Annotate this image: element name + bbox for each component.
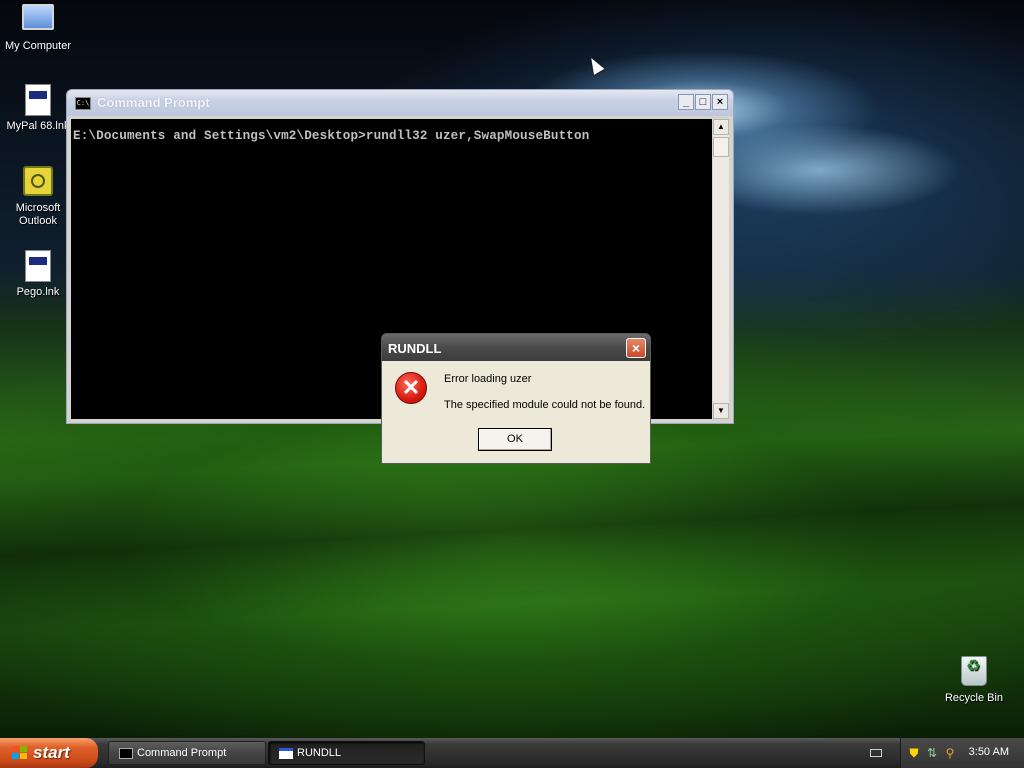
- mouse-cursor-icon: [586, 55, 605, 75]
- taskbar-item-command-prompt[interactable]: Command Prompt: [108, 741, 266, 765]
- dialog-close-button[interactable]: ×: [626, 338, 646, 358]
- security-shield-icon[interactable]: ⛊: [907, 746, 921, 760]
- search-icon[interactable]: ⚲: [943, 746, 957, 760]
- scroll-thumb[interactable]: [713, 137, 729, 157]
- minimize-button[interactable]: _: [678, 94, 694, 110]
- shortcut-file-icon: [25, 250, 51, 282]
- keyboard-icon[interactable]: [870, 749, 882, 757]
- desktop-icon-label: My Computer: [4, 40, 72, 52]
- maximize-button[interactable]: □: [695, 94, 711, 110]
- ok-button[interactable]: OK: [478, 428, 552, 451]
- taskbar: start Command Prompt RUNDLL ⛊ ⇅ ⚲ 3:50 A…: [0, 738, 1024, 768]
- network-icon[interactable]: ⇅: [925, 746, 939, 760]
- console-icon: [119, 748, 133, 759]
- window-icon: [279, 748, 293, 759]
- desktop-icon-label: Microsoft Outlook: [15, 202, 61, 227]
- window-title: Command Prompt: [97, 95, 210, 110]
- scroll-up-button[interactable]: ▲: [713, 119, 729, 135]
- taskbar-item-rundll[interactable]: RUNDLL: [268, 741, 425, 765]
- outlook-icon: [23, 166, 53, 196]
- title-bar[interactable]: C:\ Command Prompt _ □ ×: [67, 90, 733, 116]
- error-message: The specified module could not be found.: [444, 399, 646, 411]
- clock[interactable]: 3:50 AM: [969, 746, 1009, 758]
- console-line: E:\Documents and Settings\vm2\Desktop>ru…: [73, 129, 590, 143]
- console-icon: C:\: [75, 97, 91, 110]
- dialog-title-bar[interactable]: RUNDLL ×: [382, 334, 650, 361]
- desktop-icon-label: Recycle Bin: [944, 692, 1004, 704]
- desktop-icon-my-computer[interactable]: My Computer: [0, 4, 76, 53]
- desktop-icon-recycle-bin[interactable]: Recycle Bin: [936, 656, 1012, 705]
- vertical-scrollbar[interactable]: ▲ ▼: [713, 119, 729, 419]
- dialog-title: RUNDLL: [388, 341, 442, 356]
- desktop-icon-outlook[interactable]: Microsoft Outlook: [0, 166, 76, 228]
- system-tray: ⛊ ⇅ ⚲ 3:50 AM: [900, 738, 1024, 768]
- start-label: start: [33, 743, 70, 762]
- my-computer-icon: [22, 4, 54, 30]
- scroll-down-button[interactable]: ▼: [713, 403, 729, 419]
- rundll-error-dialog[interactable]: RUNDLL × ✕ Error loading uzer The specif…: [381, 333, 651, 464]
- start-button[interactable]: start: [0, 738, 98, 768]
- error-icon: ✕: [395, 372, 427, 404]
- close-button[interactable]: ×: [712, 94, 728, 110]
- error-title: Error loading uzer: [444, 373, 532, 385]
- taskbar-item-label: Command Prompt: [137, 747, 227, 759]
- desktop-icon-label: Pego.lnk: [16, 286, 60, 298]
- desktop-icon-pego[interactable]: Pego.lnk: [0, 250, 76, 299]
- desktop-icon-label: MyPal 68.lnk: [6, 120, 70, 132]
- desktop-icon-mypal[interactable]: MyPal 68.lnk: [0, 84, 76, 133]
- windows-flag-icon: [12, 746, 28, 760]
- recycle-bin-icon: [961, 656, 987, 686]
- shortcut-file-icon: [25, 84, 51, 116]
- taskbar-item-label: RUNDLL: [297, 747, 342, 759]
